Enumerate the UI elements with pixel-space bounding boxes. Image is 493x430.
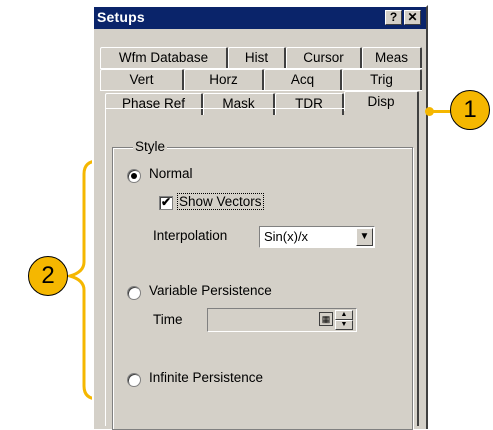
time-label: Time [153, 312, 183, 327]
time-field[interactable]: ▦ ▲ ▼ [207, 308, 357, 332]
spin-up-icon[interactable]: ▲ [335, 310, 353, 320]
tab-hist[interactable]: Hist [228, 47, 286, 69]
tab-vert[interactable]: Vert [100, 69, 184, 91]
chevron-down-icon[interactable]: ▼ [356, 228, 373, 246]
tab-acq[interactable]: Acq [264, 69, 342, 91]
callout-1-leader [430, 110, 452, 113]
interpolation-dropdown[interactable]: Sin(x)/x ▼ [259, 226, 375, 248]
callout-1: 1 [450, 90, 490, 130]
show-vectors-label[interactable]: Show Vectors [177, 193, 264, 210]
window-title: Setups [97, 9, 145, 25]
infinite-persistence-label[interactable]: Infinite Persistence [149, 370, 263, 385]
interpolation-value: Sin(x)/x [264, 229, 309, 244]
tab-cursor[interactable]: Cursor [286, 47, 362, 69]
spin-down-icon[interactable]: ▼ [335, 320, 353, 330]
callout-2: 2 [28, 256, 68, 296]
style-group-legend: Style [133, 139, 168, 154]
help-button[interactable]: ? [385, 10, 402, 25]
tab-meas[interactable]: Meas [362, 47, 422, 69]
normal-label[interactable]: Normal [149, 166, 193, 181]
check-icon: ✔ [160, 195, 172, 209]
tab-disp[interactable]: Disp [344, 91, 419, 111]
show-vectors-checkbox[interactable]: ✔ [159, 196, 173, 210]
infinite-persistence-radio[interactable] [127, 373, 141, 387]
keypad-icon[interactable]: ▦ [319, 312, 333, 326]
interpolation-label: Interpolation [153, 228, 228, 243]
variable-persistence-radio[interactable] [127, 286, 141, 300]
tab-wfm-database[interactable]: Wfm Database [100, 47, 228, 69]
setups-dialog: Setups ? ✕ Wfm Database Hist Cursor Meas… [92, 5, 428, 430]
variable-persistence-label[interactable]: Variable Persistence [149, 283, 272, 298]
tab-horz[interactable]: Horz [184, 69, 264, 91]
close-button[interactable]: ✕ [404, 10, 421, 25]
style-group: Style Normal ✔ Show Vectors Interpolatio… [112, 139, 413, 430]
disp-tab-page: Style Normal ✔ Show Vectors Interpolatio… [105, 108, 419, 430]
tab-trig[interactable]: Trig [342, 69, 422, 91]
normal-radio[interactable] [127, 169, 141, 183]
title-bar: Setups ? ✕ [94, 7, 426, 29]
